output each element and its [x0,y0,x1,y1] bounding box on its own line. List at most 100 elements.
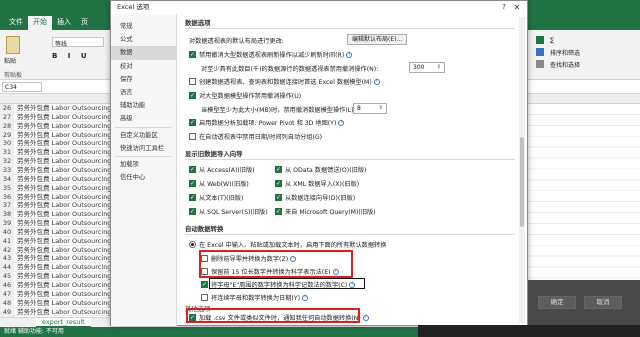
edit-default-layout-button[interactable]: 编辑默认布局(E)... [347,34,408,45]
legacy-dataconn[interactable]: ✓ 从数据连接向导(D)(旧版) [275,193,355,202]
checkbox-checked[interactable]: ✓ [201,281,208,288]
row-number[interactable]: 40 [0,227,14,237]
nav-save[interactable]: 保存 [111,73,176,86]
find-select-label[interactable]: 查找和选择 [550,60,580,69]
cell-text[interactable]: 劳务外包费 Labor Outsourcing [14,299,111,307]
nav-data[interactable]: 数据 [111,46,176,60]
opt-disable-undo-model[interactable]: ✓ 对大型数据模型操作禁用撤消操作(U) [189,91,301,100]
dialog-scrollbar[interactable] [519,17,525,323]
cell-text[interactable]: 劳务外包费 Labor Outsourcing [14,157,111,165]
help-icon[interactable]: ? [499,1,509,14]
cell-text[interactable]: 劳务外包费 Labor Outsourcing [14,104,111,112]
row-number[interactable]: 28 [0,121,14,131]
cell-text[interactable]: 劳务外包费 Labor Outsourcing [14,246,111,254]
cell-text[interactable]: 劳务外包费 Labor Outsourcing [14,210,111,218]
row-number[interactable]: 27 [0,112,14,122]
close-icon[interactable]: ✕ [511,1,523,14]
cell-text[interactable]: 劳务外包费 Labor Outsourcing [14,113,111,121]
radio-selected[interactable] [189,241,196,248]
opt-powerpivot[interactable]: ✓ 启用数据分析加载项: Power Pivot 和 3D 地图(Y) i [189,118,345,127]
tab-file[interactable]: 文件 [4,16,28,30]
row-number[interactable]: 48 [0,298,14,308]
opt-disable-undo-large[interactable]: ✓ 禁用撤消大型数据透视表刷新操作以减少刷新时间(R) i [189,50,353,59]
legacy-msquery[interactable]: ✓ 来自 Microsoft Query(M)(旧版) [275,207,376,216]
spinner-arrows-icon[interactable]: ⇕ [379,104,383,113]
legacy-sql[interactable]: ✓ 从 SQL Server(S)(旧版) [189,207,268,216]
row-number[interactable]: 41 [0,236,14,246]
cell-text[interactable]: 劳务外包费 Labor Outsourcing [14,228,111,236]
cell-text[interactable]: 劳务外包费 Labor Outsourcing [14,139,111,147]
checkbox-checked[interactable]: ✓ [189,119,196,126]
sort-filter-icon[interactable] [536,48,544,56]
cell-text[interactable]: 劳务外包费 Labor Outsourcing [14,237,111,245]
cell-text[interactable]: 劳务外包费 Labor Outsourcing [14,290,111,298]
cell-text[interactable]: 劳务外包费 Labor Outsourcing [14,254,111,262]
name-box[interactable]: C34 [2,82,42,92]
row-number[interactable]: 39 [0,219,14,228]
model-size-spinner[interactable]: 8 ⇕ [353,103,387,114]
row-number[interactable]: 35 [0,183,14,193]
cell-text[interactable]: 劳务外包费 Labor Outsourcing [14,272,111,280]
row-number[interactable]: 45 [0,272,14,281]
row-number[interactable]: 38 [0,210,14,220]
checkbox-checked[interactable]: ✓ [189,194,196,201]
nav-quick-access[interactable]: 快速访问工具栏 [111,142,176,155]
row-number[interactable]: 43 [0,254,14,264]
nav-customize-ribbon[interactable]: 自定义功能区 [111,129,176,142]
sort-filter-label[interactable]: 排序和筛选 [550,48,580,57]
checkbox-unchecked[interactable] [201,294,208,301]
row-number[interactable]: 49 [0,307,14,317]
checkbox-checked[interactable]: ✓ [275,166,282,173]
font-format-buttons[interactable]: B I U [52,52,91,60]
checkbox-unchecked[interactable] [189,133,196,140]
cell-text[interactable]: 劳务外包费 Labor Outsourcing [14,219,111,227]
row-number[interactable]: 44 [0,263,14,273]
cancel-button[interactable]: 取消 [584,296,622,309]
cell-text[interactable]: 劳务外包费 Labor Outsourcing [14,201,111,209]
row-number[interactable]: 30 [0,139,14,149]
checkbox-checked[interactable]: ✓ [275,208,282,215]
checkbox-checked[interactable]: ✓ [189,51,196,58]
cell-text[interactable]: 劳务外包费 Labor Outsourcing [14,193,111,201]
row-number[interactable]: 42 [0,245,14,255]
checkbox-checked[interactable]: ✓ [189,180,196,187]
scrollbar-thumb[interactable] [520,137,524,227]
cell-text[interactable]: 劳务外包费 Labor Outsourcing [14,184,111,192]
cell-text[interactable]: 劳务外包费 Labor Outsourcing [14,308,111,316]
ok-button[interactable]: 确定 [538,296,576,309]
find-select-icon[interactable] [536,60,544,68]
nav-accessibility[interactable]: 辅助功能 [111,99,176,112]
nav-proofing[interactable]: 校对 [111,60,176,73]
tab-home[interactable]: 开始 [28,16,52,30]
checkbox-checked[interactable]: ✓ [189,166,196,173]
nav-general[interactable]: 常规 [111,20,176,33]
nav-formulas[interactable]: 公式 [111,33,176,46]
checkbox-checked[interactable]: ✓ [189,92,196,99]
legacy-xml[interactable]: ✓ 从 XML 数据导入(X)(旧版) [275,179,359,188]
spinner-arrows-icon[interactable]: ⇕ [437,63,441,72]
nav-language[interactable]: 语言 [111,86,176,99]
row-number[interactable]: 29 [0,130,14,140]
spinner-value[interactable]: 8 [357,104,361,113]
legacy-text[interactable]: ✓ 从文本(T)(旧版) [189,193,243,202]
cell-text[interactable]: 劳务外包费 Labor Outsourcing [14,131,111,139]
spinner-value[interactable]: 300 [413,63,424,72]
cell-text[interactable]: 劳务外包费 Labor Outsourcing [14,166,111,174]
tab-page-layout[interactable]: 页 [76,16,93,30]
autosum-icon[interactable] [536,36,544,44]
nav-trust-center[interactable]: 信任中心 [111,171,176,184]
legacy-web[interactable]: ✓ 从 Web(W)(旧版) [189,179,249,188]
undo-rows-spinner[interactable]: 300 ⇕ [409,62,445,73]
cell-text[interactable]: 劳务外包费 Labor Outsourcing [14,281,111,289]
row-number[interactable]: 31 [0,148,14,158]
cell-text[interactable]: 劳务外包费 Labor Outsourcing [14,263,111,271]
cell-text[interactable]: 劳务外包费 Labor Outsourcing [14,148,111,156]
row-number[interactable]: 37 [0,201,14,211]
cell-text[interactable]: 劳务外包费 Labor Outsourcing [14,122,111,130]
font-name-select[interactable]: 等线 [52,37,104,48]
checkbox-checked[interactable]: ✓ [275,194,282,201]
checkbox-checked[interactable]: ✓ [189,208,196,215]
auto-enable-all-radio[interactable]: 在 Excel 中输入、粘贴或加载文本时，启用下面的所有默认数据转换 [189,240,386,249]
legacy-odata[interactable]: ✓ 从 OData 数据馈送(O)(旧版) [275,165,366,174]
cell-text[interactable]: 劳务外包费 Labor Outsourcing [14,175,111,183]
